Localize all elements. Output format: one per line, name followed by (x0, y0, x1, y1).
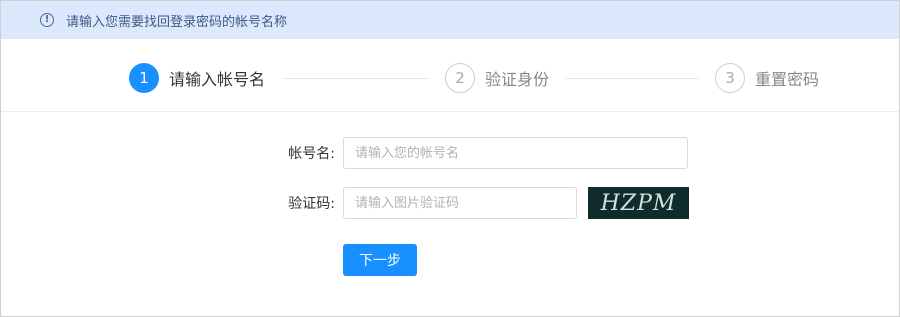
step-3: 3 重置密码 (715, 63, 819, 93)
step-connector-2 (565, 78, 699, 79)
next-step-button[interactable]: 下一步 (343, 244, 417, 276)
info-icon: ! (40, 13, 54, 27)
step-connector-1 (283, 78, 429, 79)
step-3-number: 3 (715, 63, 745, 93)
captcha-input[interactable] (343, 187, 577, 219)
account-name-input[interactable] (343, 137, 688, 169)
step-1-label: 请输入帐号名 (169, 70, 266, 89)
account-label: 帐号名: (288, 146, 335, 162)
info-notice-bar: ! 请输入您需要找回登录密码的帐号名称 (1, 1, 899, 39)
step-3-label: 重置密码 (755, 70, 820, 89)
step-2-number: 2 (445, 63, 475, 93)
step-2-label: 验证身份 (485, 70, 550, 89)
notice-text: 请输入您需要找回登录密码的帐号名称 (66, 14, 288, 30)
page-frame: ! 请输入您需要找回登录密码的帐号名称 1 请输入帐号名 2 验证身份 3 重置… (0, 0, 900, 317)
account-row: 帐号名: (273, 137, 688, 169)
step-progress: 1 请输入帐号名 2 验证身份 3 重置密码 (1, 39, 899, 112)
captcha-row: 验证码: (273, 187, 577, 219)
captcha-image-text: HZPM (600, 190, 677, 216)
step-1-number: 1 (129, 63, 159, 93)
step-2: 2 验证身份 (445, 63, 549, 93)
captcha-label: 验证码: (288, 196, 335, 212)
step-1: 1 请输入帐号名 (129, 63, 265, 93)
captcha-image[interactable]: HZPM (588, 187, 689, 219)
